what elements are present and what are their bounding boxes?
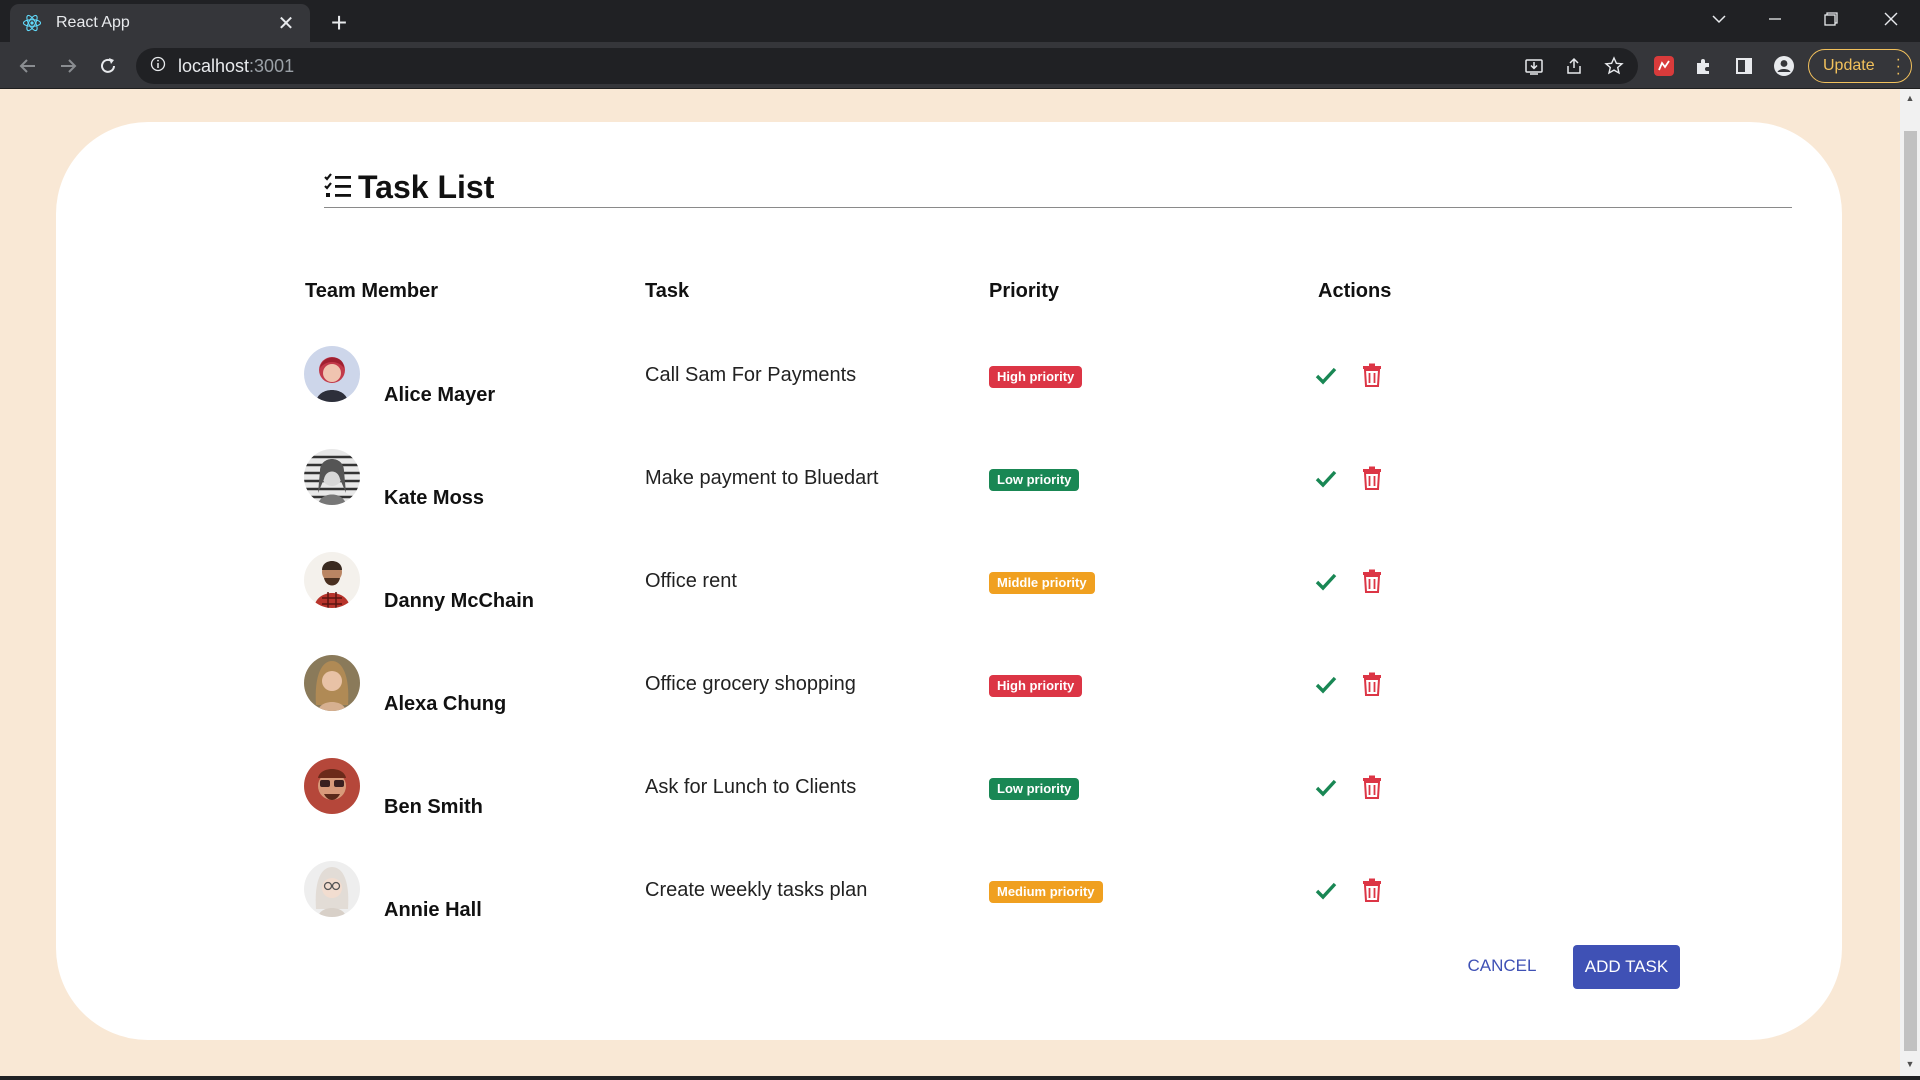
priority-badge: High priority <box>989 675 1083 697</box>
check-icon[interactable] <box>1314 673 1338 697</box>
new-tab-icon[interactable]: + <box>322 6 356 40</box>
member-name: Alice Mayer <box>384 384 496 406</box>
priority-badge: Middle priority <box>989 572 1095 594</box>
table-row: Alexa Chung Office grocery shopping High… <box>300 655 1500 725</box>
install-icon[interactable] <box>1518 50 1550 82</box>
task-text: Office rent <box>645 570 737 592</box>
avatar <box>304 346 360 402</box>
tab-close-icon[interactable]: ✕ <box>274 11 298 36</box>
bookmark-star-icon[interactable] <box>1598 50 1630 82</box>
table-row: Ben Smith Ask for Lunch to Clients Low p… <box>300 758 1500 828</box>
task-text: Office grocery shopping <box>645 673 856 695</box>
trash-icon[interactable] <box>1362 363 1382 389</box>
member-name: Danny McChain <box>384 590 535 612</box>
check-icon[interactable] <box>1314 467 1338 491</box>
menu-dots-icon[interactable]: · · · <box>1896 52 1901 82</box>
task-text: Call Sam For Payments <box>645 364 857 386</box>
task-text: Make payment to Bluedart <box>645 467 879 489</box>
share-icon[interactable] <box>1558 50 1590 82</box>
member-name: Annie Hall <box>384 899 482 921</box>
table-row: Danny McChain Office rent Middle priorit… <box>300 552 1500 622</box>
avatar <box>304 758 360 814</box>
priority-badge: Medium priority <box>989 881 1103 903</box>
extensions-puzzle-icon[interactable] <box>1688 50 1720 82</box>
add-task-button[interactable]: ADD TASK <box>1573 945 1680 989</box>
check-icon[interactable] <box>1314 570 1338 594</box>
cancel-button[interactable]: CANCEL <box>1460 946 1544 986</box>
trash-icon[interactable] <box>1362 569 1382 595</box>
page-title: Task List <box>358 169 495 205</box>
scroll-down-icon[interactable]: ▼ <box>1904 1059 1916 1073</box>
table-row: Alice Mayer Call Sam For Payments High p… <box>300 346 1500 416</box>
avatar <box>304 861 360 917</box>
member-name: Kate Moss <box>384 487 485 509</box>
browser-tab-bar: React App ✕ + <box>0 0 1920 42</box>
task-text: Ask for Lunch to Clients <box>645 776 857 798</box>
close-window-icon[interactable] <box>1864 0 1918 38</box>
trash-icon[interactable] <box>1362 878 1382 904</box>
avatar <box>304 552 360 608</box>
side-panel-icon[interactable] <box>1728 50 1760 82</box>
url-text: localhost:3001 <box>178 56 294 77</box>
priority-badge: Low priority <box>989 778 1080 800</box>
avatar <box>304 449 360 505</box>
priority-badge: High priority <box>989 366 1083 388</box>
tab-search-icon[interactable] <box>1692 0 1746 38</box>
tab-title: React App <box>56 14 130 31</box>
extension-app-icon[interactable] <box>1648 50 1680 82</box>
url-port: :3001 <box>249 55 295 76</box>
member-name: Alexa Chung <box>384 693 507 715</box>
trash-icon[interactable] <box>1362 466 1382 492</box>
column-header-priority: Priority <box>989 280 1060 302</box>
back-icon[interactable] <box>12 50 44 82</box>
profile-icon[interactable] <box>1768 50 1800 82</box>
avatar <box>304 655 360 711</box>
scroll-up-icon[interactable]: ▲ <box>1904 93 1916 107</box>
check-icon[interactable] <box>1314 776 1338 800</box>
minimize-icon[interactable] <box>1748 0 1802 38</box>
task-list-icon <box>324 172 352 202</box>
column-header-member: Team Member <box>305 280 439 302</box>
taskbar-edge <box>0 1076 1920 1080</box>
priority-badge: Low priority <box>989 469 1080 491</box>
site-info-icon[interactable] <box>150 56 166 77</box>
browser-toolbar: localhost:3001 Update · · · <box>0 42 1920 89</box>
trash-icon[interactable] <box>1362 775 1382 801</box>
forward-icon[interactable] <box>52 50 84 82</box>
reload-icon[interactable] <box>92 50 124 82</box>
address-bar[interactable]: localhost:3001 <box>136 48 1638 84</box>
task-list-header: Task List <box>324 170 1792 208</box>
column-header-task: Task <box>645 280 690 302</box>
table-row: Annie Hall Create weekly tasks plan Medi… <box>300 861 1500 931</box>
update-label: Update <box>1823 57 1875 74</box>
restore-icon[interactable] <box>1804 0 1858 38</box>
trash-icon[interactable] <box>1362 672 1382 698</box>
url-host: localhost <box>178 55 250 76</box>
column-header-actions: Actions <box>1318 280 1392 302</box>
task-text: Create weekly tasks plan <box>645 879 868 901</box>
update-button[interactable]: Update · · · <box>1808 49 1912 83</box>
member-name: Ben Smith <box>384 796 483 818</box>
check-icon[interactable] <box>1314 879 1338 903</box>
browser-tab[interactable]: React App ✕ <box>10 4 310 42</box>
check-icon[interactable] <box>1314 364 1338 388</box>
vertical-scrollbar[interactable]: ▲ ▼ <box>1900 89 1920 1076</box>
table-row: Kate Moss Make payment to Bluedart Low p… <box>300 449 1500 519</box>
scrollbar-thumb[interactable] <box>1904 131 1917 1051</box>
react-icon <box>22 13 42 33</box>
